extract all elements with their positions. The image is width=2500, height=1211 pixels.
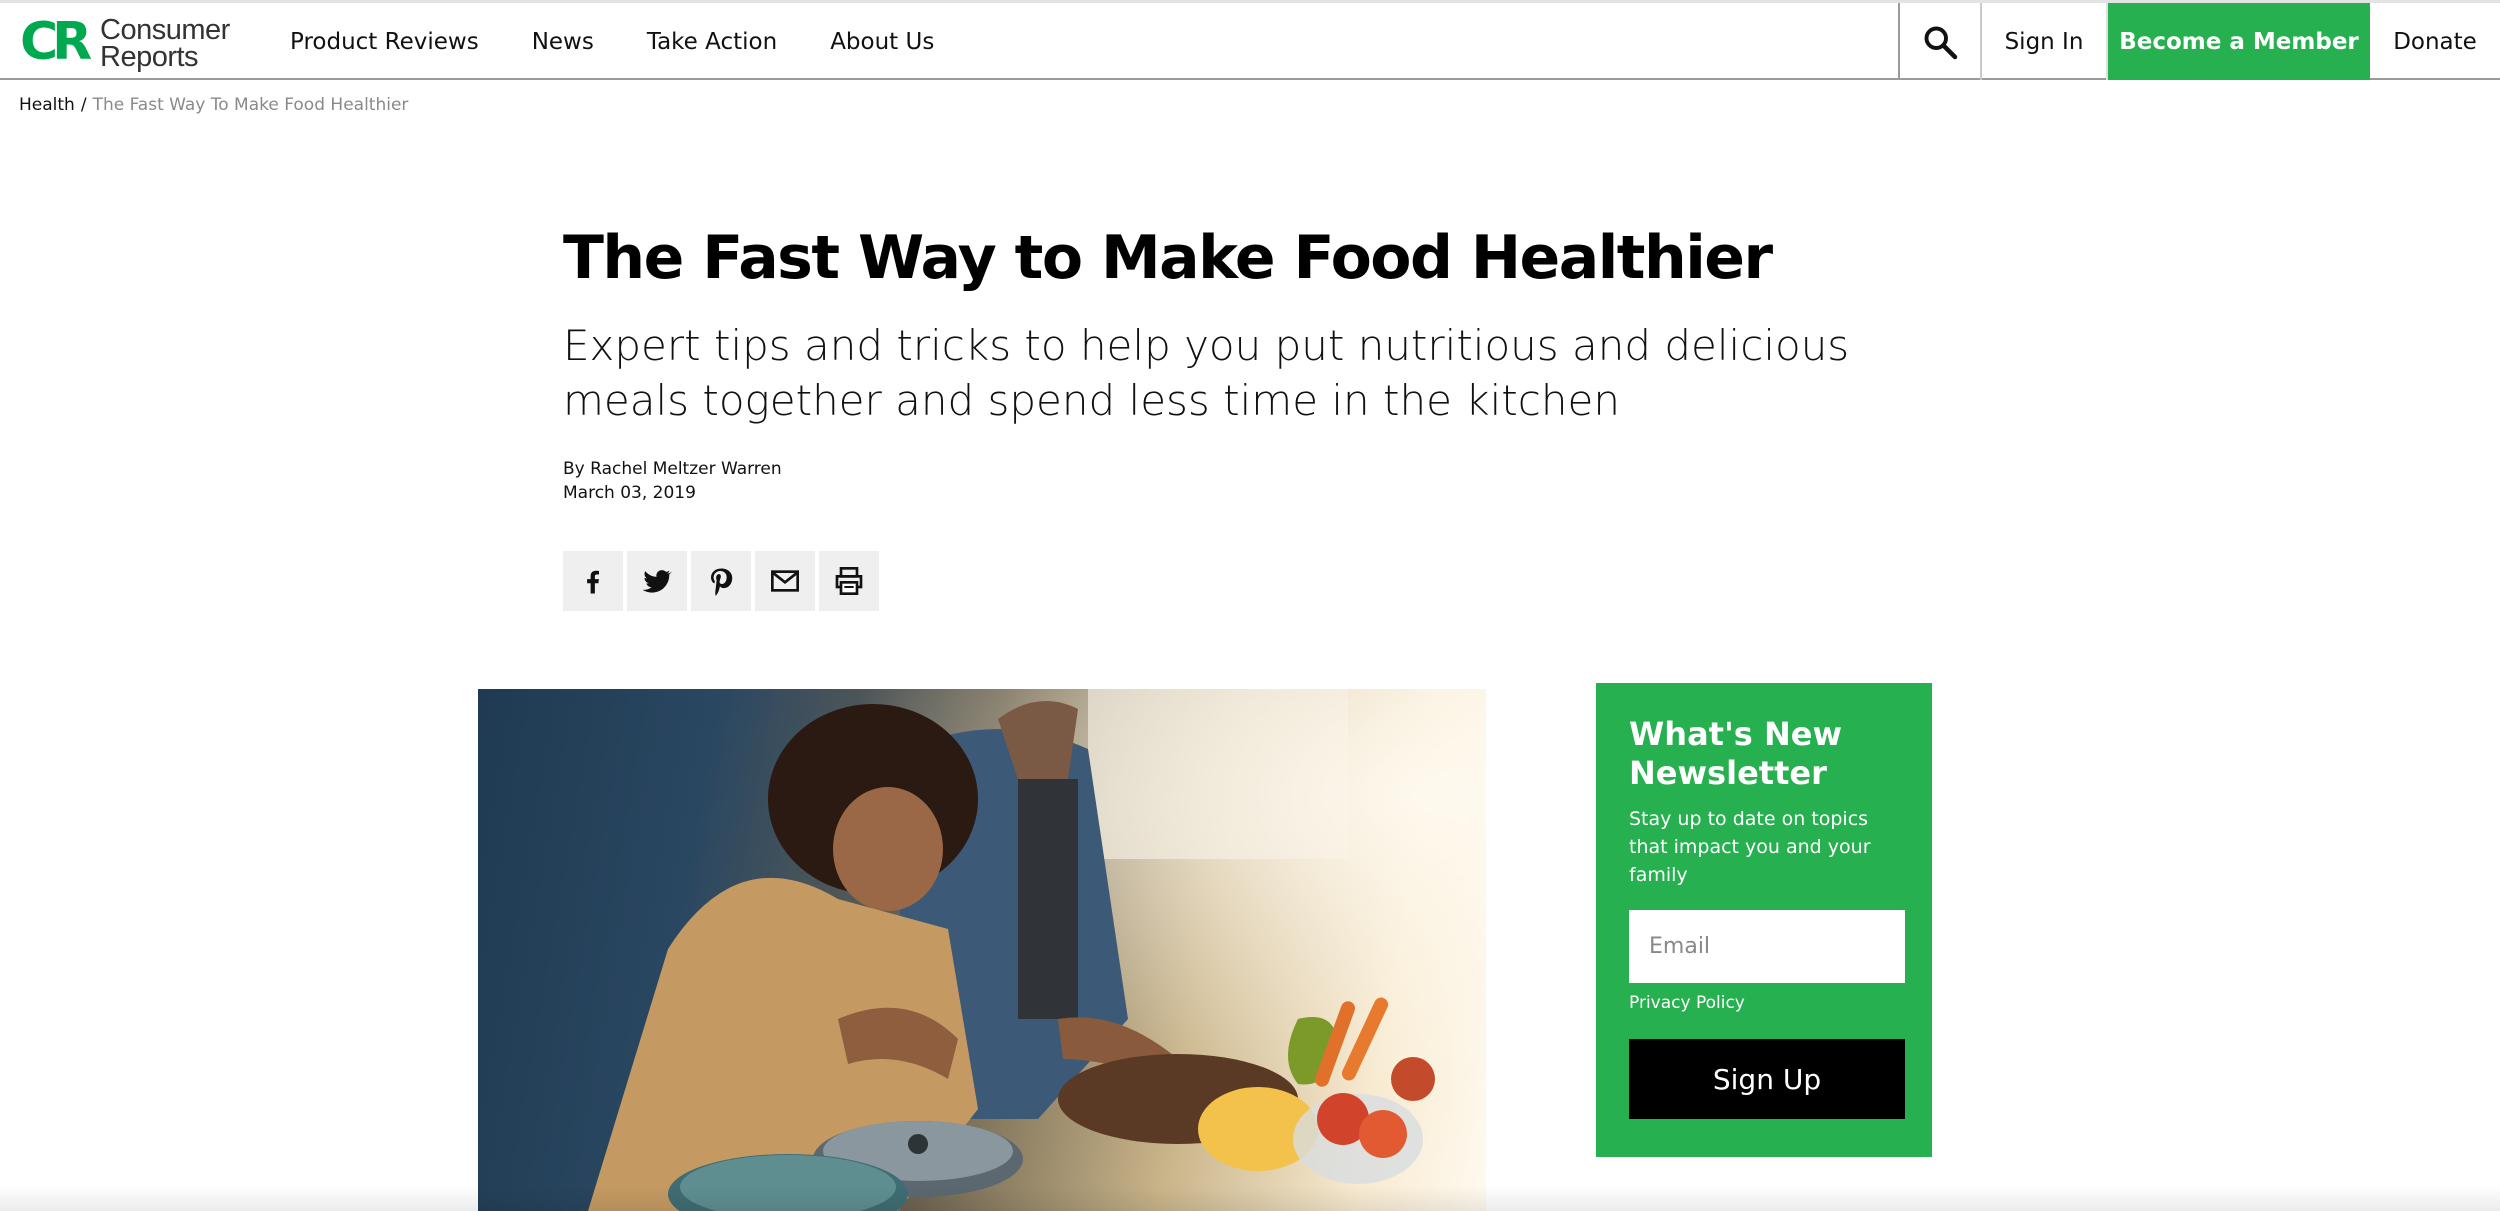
main-nav: Product Reviews News Take Action About U… xyxy=(290,3,987,80)
article-author[interactable]: By Rachel Meltzer Warren xyxy=(563,457,782,481)
newsletter-signup: What's New Newsletter Stay up to date on… xyxy=(1596,683,1932,1157)
twitter-icon xyxy=(642,570,673,593)
nav-about-us[interactable]: About Us xyxy=(830,29,934,55)
logo-mark: CR xyxy=(20,12,92,72)
privacy-policy-link[interactable]: Privacy Policy xyxy=(1629,993,1745,1013)
facebook-icon xyxy=(587,570,599,594)
breadcrumb-current: The Fast Way To Make Food Healthier xyxy=(92,95,409,115)
logo-line-2: Reports xyxy=(100,41,199,73)
share-twitter-button[interactable] xyxy=(627,551,687,611)
email-field[interactable] xyxy=(1629,910,1905,983)
article-subtitle: Expert tips and tricks to help you put n… xyxy=(563,321,1850,425)
article-byline: By Rachel Meltzer Warren March 03, 2019 xyxy=(563,457,782,505)
become-member-button[interactable]: Become a Member xyxy=(2108,3,2370,80)
site-header: CR Consumer Reports Product Reviews News… xyxy=(0,0,2500,80)
search-icon xyxy=(1924,26,1958,59)
nav-news[interactable]: News xyxy=(532,29,594,55)
pinterest-icon xyxy=(711,568,733,596)
sign-up-button[interactable]: Sign Up xyxy=(1629,1039,1905,1119)
consumer-reports-logo[interactable]: CR Consumer Reports xyxy=(20,12,230,73)
sign-in-button[interactable]: Sign In xyxy=(1982,3,2108,80)
nav-product-reviews[interactable]: Product Reviews xyxy=(290,29,479,55)
print-button[interactable] xyxy=(819,551,879,611)
logo-wordmark: Consumer Reports xyxy=(100,14,230,73)
breadcrumb: Health / The Fast Way To Make Food Healthi… xyxy=(19,95,408,115)
donate-button[interactable]: Donate xyxy=(2370,3,2500,80)
email-icon xyxy=(771,570,799,592)
breadcrumb-health[interactable]: Health xyxy=(19,95,75,115)
share-pinterest-button[interactable] xyxy=(691,551,751,611)
logo-line-1: Consumer xyxy=(100,14,230,46)
nav-take-action[interactable]: Take Action xyxy=(647,29,777,55)
share-facebook-button[interactable] xyxy=(563,551,623,611)
article-title: The Fast Way to Make Food Healthier xyxy=(563,223,1773,293)
newsletter-description: Stay up to date on topics that impact yo… xyxy=(1629,808,1871,886)
search-button[interactable] xyxy=(1898,3,1982,80)
hero-image xyxy=(478,689,1486,1211)
bottom-shadow xyxy=(0,1186,2500,1211)
article-date: March 03, 2019 xyxy=(563,483,696,503)
print-icon xyxy=(835,567,863,595)
breadcrumb-separator: / xyxy=(80,95,87,115)
hero-cooking-photo xyxy=(478,689,1486,1211)
newsletter-title: What's New Newsletter xyxy=(1629,715,1842,792)
header-actions: Sign In Become a Member Donate xyxy=(1898,3,2500,80)
share-email-button[interactable] xyxy=(755,551,815,611)
share-bar xyxy=(563,551,883,611)
